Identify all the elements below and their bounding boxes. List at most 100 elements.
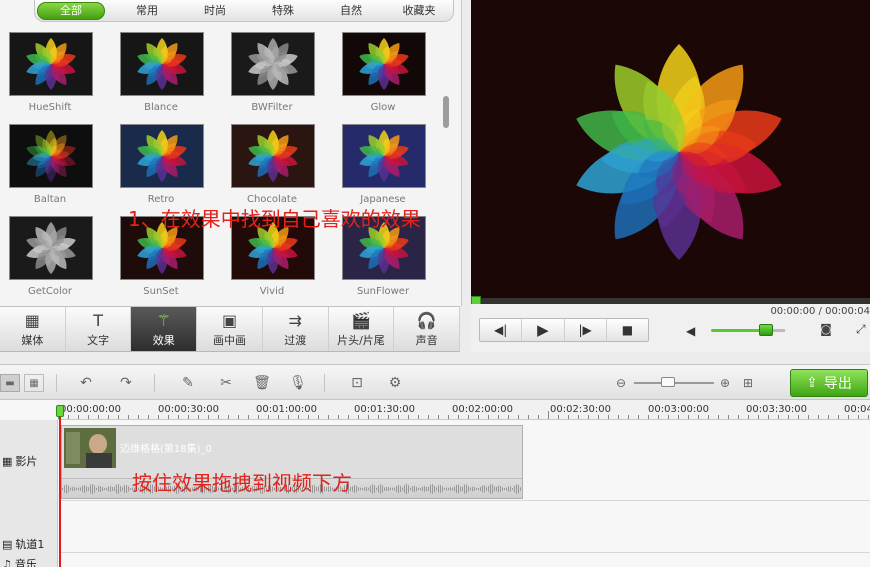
snapshot-button[interactable]: ◙ (816, 322, 836, 338)
waveform-bar (386, 487, 387, 491)
edit-button[interactable]: ✎ (178, 374, 198, 392)
scissors-icon: ✂ (220, 375, 232, 391)
waveform-bar (464, 484, 465, 494)
delete-button[interactable]: 🗑 (252, 374, 272, 392)
ruler-tick (168, 415, 169, 419)
effect-thumbnail (231, 124, 315, 188)
waveform-bar (368, 487, 369, 491)
play-button[interactable]: ▶ (522, 319, 565, 341)
category-tab-0[interactable]: 全部 (37, 1, 105, 20)
prev-frame-button[interactable]: ◀| (480, 319, 523, 341)
effect-grid-scrollbar[interactable] (443, 30, 449, 292)
waveform-bar (456, 484, 457, 494)
waveform-bar (406, 484, 407, 494)
time-ruler[interactable]: 00:00:00:00 00:00:30:00 00:01:00:00 00:01:3… (58, 400, 870, 420)
undo-button[interactable]: ↶ (76, 374, 96, 392)
category-tab-3[interactable]: 特殊 (249, 2, 317, 20)
tool-tab-2[interactable]: ⚚ 效果 (131, 307, 198, 351)
ruler-tick (638, 415, 639, 419)
tool-tab-1[interactable]: T 文字 (66, 307, 132, 351)
playhead[interactable] (59, 406, 61, 567)
crop-button[interactable]: ⊡ (346, 374, 368, 392)
waveform-bar (92, 484, 93, 494)
redo-button[interactable]: ↷ (116, 374, 136, 392)
track-header-music[interactable]: ♫ 音乐 (0, 554, 58, 567)
annotation-step2: 按住效果拖拽到视频下方 (132, 471, 352, 495)
category-tab-4[interactable]: 自然 (317, 2, 385, 20)
waveform-bar (88, 487, 89, 491)
zoom-out-button[interactable]: ⊖ (614, 374, 628, 392)
fullscreen-button[interactable]: ⤢ (856, 322, 870, 338)
settings-button[interactable]: ⚙ (384, 374, 406, 392)
track-header-video[interactable]: ▦ 影片 (0, 442, 58, 480)
zoom-knob[interactable] (661, 377, 675, 387)
ruler-tick (188, 415, 189, 419)
clip-thumbnail-image (64, 428, 116, 468)
category-tab-5[interactable]: 收藏夹 (385, 2, 453, 20)
tool-tab-4[interactable]: ⇉ 过渡 (263, 307, 329, 351)
list-view-button[interactable]: ▬ (0, 374, 20, 392)
waveform-bar (438, 485, 439, 493)
film-icon: ▦ (2, 454, 13, 468)
track-row-track1[interactable] (59, 501, 870, 553)
play-icon: ▶ (537, 321, 549, 339)
tool-tab-3[interactable]: ▣ 画中画 (197, 307, 263, 351)
ruler-tick (808, 415, 809, 419)
fit-icon: ⊞ (742, 376, 754, 390)
record-button[interactable]: 🎙 (288, 374, 308, 392)
ruler-tick (308, 415, 309, 419)
tool-tab-6[interactable]: 🎧 声音 (394, 307, 461, 351)
effect-item[interactable]: Japanese (333, 124, 426, 205)
volume-icon[interactable]: ◀ (686, 324, 695, 338)
ruler-tick (318, 415, 319, 419)
waveform-bar (114, 486, 115, 492)
effect-item[interactable]: Retro (111, 124, 204, 205)
waveform-bar (366, 486, 367, 492)
track-label: 轨道1 (15, 538, 45, 551)
preview-flower-image (576, 43, 782, 260)
ruler-label: 00:03:00:00 (648, 404, 710, 415)
ruler-tick (408, 415, 409, 419)
waveform-bar (442, 486, 443, 492)
fit-button[interactable]: ⊞ (740, 374, 756, 392)
grid-view-button[interactable]: ▦ (24, 374, 44, 392)
waveform-bar (426, 486, 427, 492)
category-tab-2[interactable]: 时尚 (181, 2, 249, 20)
track-row-music[interactable] (59, 553, 870, 567)
tool-tab-0[interactable]: ▦ 媒体 (0, 307, 66, 351)
zoom-in-button[interactable]: ⊕ (718, 374, 732, 392)
effect-preview-image (137, 130, 187, 182)
toolbar-separator (56, 374, 57, 392)
ruler-tick (498, 415, 499, 419)
tool-tab-5[interactable]: 🎬 片头/片尾 (329, 307, 395, 351)
video-editor-window: 全部 常用 时尚 特殊 自然 收藏夹 HueShift Blance BWFilter Glow… (0, 0, 870, 567)
toolbar-separator (324, 374, 325, 392)
ruler-tick (508, 415, 509, 419)
effect-item[interactable]: Blance (111, 32, 204, 113)
effect-item[interactable]: Chocolate (222, 124, 315, 205)
list-view-icon: ▬ (5, 377, 15, 389)
cut-button[interactable]: ✂ (216, 374, 236, 392)
ruler-tick (538, 415, 539, 419)
scrollbar-thumb[interactable] (443, 96, 449, 128)
ruler-tick (288, 415, 289, 419)
effect-item[interactable]: Baltan (0, 124, 93, 205)
category-tab-1[interactable]: 常用 (113, 2, 181, 20)
ruler-label: 00:00:30:00 (158, 404, 220, 415)
effect-preview-image (26, 130, 76, 182)
waveform-bar (494, 486, 495, 492)
ruler-tick (468, 415, 469, 419)
effect-item[interactable]: GetColor (0, 216, 93, 297)
ruler-tick (238, 415, 239, 419)
toolbar-separator (154, 374, 155, 392)
effect-item[interactable]: BWFilter (222, 32, 315, 113)
effect-item[interactable]: Glow (333, 32, 426, 113)
volume-knob[interactable] (759, 324, 773, 336)
next-frame-button[interactable]: |▶ (565, 319, 607, 341)
effect-item[interactable]: HueShift (0, 32, 93, 113)
waveform-bar (490, 484, 491, 494)
export-button[interactable]: ⇪ 导出 (790, 369, 868, 397)
playhead-handle[interactable] (56, 405, 64, 417)
stop-button[interactable]: ■ (607, 319, 648, 341)
waveform-bar (390, 487, 391, 491)
